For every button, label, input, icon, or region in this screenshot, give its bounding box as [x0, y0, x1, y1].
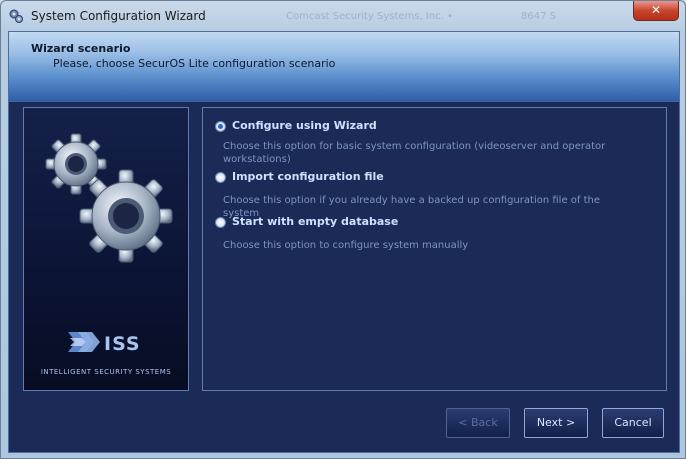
- window-title: System Configuration Wizard: [31, 9, 206, 23]
- option-description: Choose this option for basic system conf…: [223, 141, 606, 165]
- title-bar[interactable]: System Configuration Wizard Comcast Secu…: [1, 1, 685, 31]
- option-description: Choose this option to configure system m…: [223, 240, 469, 251]
- option-label[interactable]: Import configuration file: [232, 170, 384, 183]
- wizard-header: Wizard scenario Please, choose SecurOS L…: [9, 32, 679, 102]
- close-button[interactable]: ✕: [633, 1, 679, 21]
- gears-icon: [45, 133, 173, 263]
- iss-logo-icon: [68, 332, 100, 352]
- scenario-options-panel: Configure using Wizard Choose this optio…: [202, 107, 667, 391]
- close-icon: ✕: [650, 3, 662, 17]
- option-label[interactable]: Start with empty database: [232, 215, 398, 228]
- wizard-icon: [9, 9, 23, 23]
- radio-empty-database[interactable]: [215, 217, 226, 228]
- wizard-window: System Configuration Wizard Comcast Secu…: [0, 0, 686, 459]
- branding-panel: ISS INTELLIGENT SECURITY SYSTEMS: [23, 107, 189, 391]
- brand-tagline: INTELLIGENT SECURITY SYSTEMS: [40, 368, 172, 376]
- next-button[interactable]: Next >: [524, 408, 588, 438]
- radio-configure-wizard[interactable]: [215, 121, 226, 132]
- radio-import-config[interactable]: [215, 172, 226, 183]
- option-label[interactable]: Configure using Wizard: [232, 119, 377, 132]
- wizard-client-area: Wizard scenario Please, choose SecurOS L…: [8, 31, 680, 453]
- back-button[interactable]: < Back: [446, 408, 510, 438]
- page-subtitle: Please, choose SecurOS Lite configuratio…: [53, 57, 336, 70]
- page-title: Wizard scenario: [31, 42, 131, 55]
- iss-logo-text: ISS: [104, 333, 141, 355]
- background-window-title: Comcast Security Systems, Inc. •: [286, 11, 453, 22]
- cancel-button[interactable]: Cancel: [602, 408, 664, 438]
- background-window-text: 8647 S: [521, 11, 556, 22]
